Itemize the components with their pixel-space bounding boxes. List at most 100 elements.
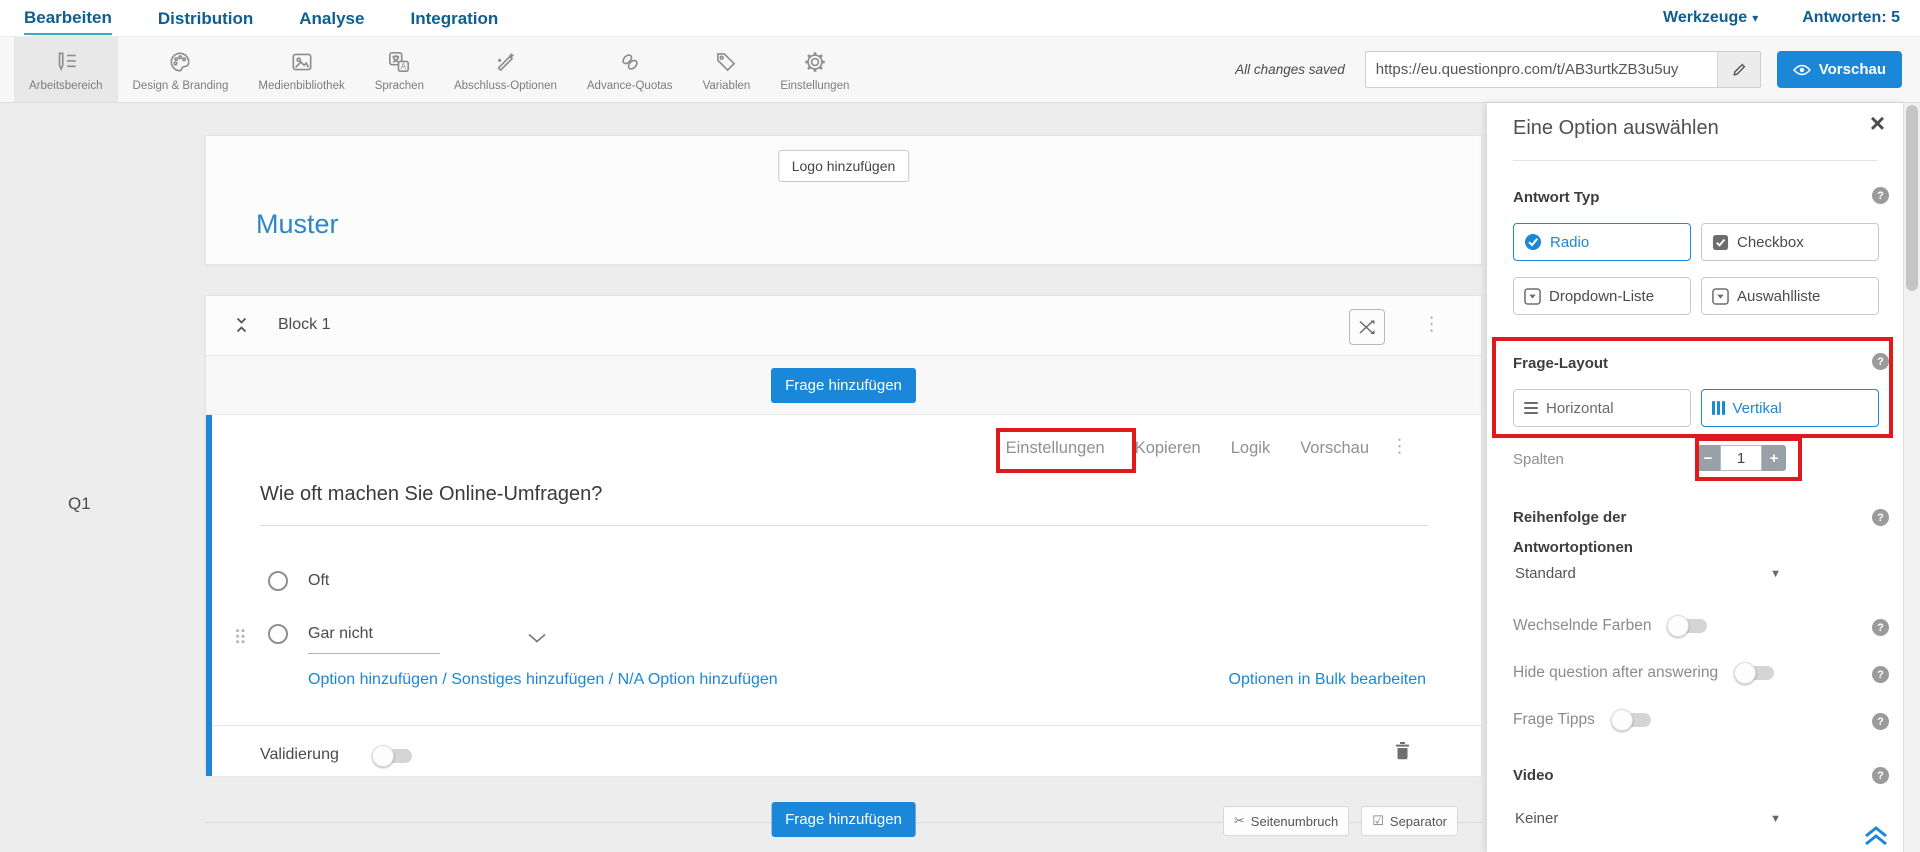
question-card: Einstellungen Kopieren Logik Vorschau ⋮ … [206,415,1481,776]
preview-button[interactable]: Vorschau [1776,51,1902,88]
answer-order-select[interactable]: Standard ▼ [1515,565,1781,582]
hide-question-toggle[interactable] [1734,662,1775,684]
video-select[interactable]: Keiner ▼ [1515,810,1781,827]
edit-url-button[interactable] [1716,52,1760,87]
block-menu-icon[interactable]: ⋮ [1422,315,1441,334]
close-panel-icon[interactable]: × [1870,109,1885,138]
gear-icon [802,47,828,75]
drag-handle-icon[interactable] [235,628,246,650]
columns-decrement-button[interactable]: − [1696,445,1720,471]
answer-order-label-line1: Reihenfolge der [1513,509,1627,526]
add-option-link[interactable]: Option hinzufügen [308,671,438,688]
help-icon[interactable]: ? [1872,619,1889,636]
add-question-button-top[interactable]: Frage hinzufügen [771,367,916,403]
hide-question-label: Hide question after answering [1513,664,1719,681]
question-hints-toggle[interactable] [1610,709,1651,731]
answer-option-label[interactable]: Oft [308,572,329,590]
hide-question-row: Hide question after answering [1513,662,1889,684]
radio-circle-icon[interactable] [268,624,288,644]
toolbar-item-abschluss-optionen[interactable]: Abschluss-Optionen [439,37,572,102]
toolbar-right-group: All changes saved Vorschau [1235,51,1902,88]
dropdown-box-icon [1524,287,1541,305]
editor-toolbar: Arbeitsbereich Design & Branding Medienb… [0,36,1920,103]
responses-count[interactable]: Antworten: 5 [1802,9,1900,27]
question-tab-kopieren[interactable]: Kopieren [1135,439,1201,458]
add-logo-button[interactable]: Logo hinzufügen [777,150,910,182]
nav-tab-integration[interactable]: Integration [410,3,498,34]
scroll-to-top-icon[interactable] [1863,825,1889,851]
toolbar-item-variablen[interactable]: Variablen [688,37,766,102]
question-hints-row: Frage Tipps [1513,709,1889,731]
alternate-colors-label: Wechselnde Farben [1513,617,1652,634]
question-tab-vorschau[interactable]: Vorschau [1300,439,1369,458]
answer-type-radio[interactable]: Radio [1513,223,1691,261]
toolbar-item-advance-quotas[interactable]: Advance-Quotas [572,37,688,102]
layout-option-label: Vertikal [1732,399,1782,417]
page-break-label: Seitenumbruch [1250,813,1339,829]
layout-vertical-button[interactable]: Vertikal [1701,389,1879,427]
help-icon[interactable]: ? [1872,187,1889,204]
delete-question-icon[interactable] [1394,741,1411,765]
question-tab-einstellungen[interactable]: Einstellungen [1006,439,1105,458]
add-other-link[interactable]: Sonstiges hinzufügen [451,671,604,688]
bulk-edit-link[interactable]: Optionen in Bulk bearbeiten [1229,671,1426,689]
randomize-block-button[interactable] [1349,309,1385,345]
answer-type-select-list[interactable]: Auswahlliste [1701,277,1879,315]
answer-option-label[interactable]: Gar nicht [308,625,373,643]
question-menu-icon[interactable]: ⋮ [1390,437,1409,456]
validation-toggle[interactable] [372,745,412,767]
toolbar-item-sprachen[interactable]: A Sprachen [360,37,439,102]
panel-scrollbar[interactable] [1903,103,1920,852]
help-icon[interactable]: ? [1872,713,1889,730]
collapse-block-icon[interactable] [234,316,249,339]
option-chevron-down-icon[interactable] [528,630,546,648]
nav-tab-distribution[interactable]: Distribution [158,3,253,34]
caret-down-icon: ▾ [1752,11,1759,25]
survey-url-input[interactable] [1365,52,1717,87]
toggle-knob [1734,662,1757,684]
magic-wand-icon [492,47,518,75]
alternate-colors-toggle[interactable] [1667,615,1708,637]
answer-type-label: Antwort Typ [1513,189,1600,206]
help-icon[interactable]: ? [1872,353,1889,370]
survey-title[interactable]: Muster [256,209,339,240]
toolbar-item-arbeitsbereich[interactable]: Arbeitsbereich [14,37,118,102]
tag-icon [713,47,739,75]
werkzeuge-menu[interactable]: Werkzeuge ▾ [1663,9,1758,27]
question-hints-label: Frage Tipps [1513,711,1595,728]
nav-tab-analyse[interactable]: Analyse [299,3,364,34]
block-title[interactable]: Block 1 [278,316,330,334]
toolbar-item-design-branding[interactable]: Design & Branding [118,37,244,102]
alternate-colors-row: Wechselnde Farben [1513,615,1889,637]
layout-horizontal-button[interactable]: Horizontal [1513,389,1691,427]
help-icon[interactable]: ? [1872,767,1889,784]
scrollbar-thumb[interactable] [1906,105,1918,291]
separator-button[interactable]: ☑ Separator [1361,806,1458,836]
answer-type-dropdown[interactable]: Dropdown-Liste [1513,277,1691,315]
toolbar-item-medienbibliothek[interactable]: Medienbibliothek [243,37,359,102]
toolbar-item-label: Medienbibliothek [258,80,345,92]
columns-value[interactable]: 1 [1720,445,1762,471]
add-na-option-link[interactable]: N/A Option hinzufügen [618,671,778,688]
toolbar-item-label: Variablen [702,80,751,92]
question-tab-logik[interactable]: Logik [1231,439,1270,458]
toolbar-item-einstellungen[interactable]: Einstellungen [765,37,864,102]
eye-icon [1792,64,1811,75]
nav-tab-bearbeiten[interactable]: Bearbeiten [24,2,112,35]
pencil-icon [1733,63,1746,76]
video-label: Video [1513,767,1554,784]
scissors-icon: ✂ [1233,813,1245,828]
answer-type-checkbox[interactable]: Checkbox [1701,223,1879,261]
radio-circle-icon[interactable] [268,571,288,591]
help-icon[interactable]: ? [1872,666,1889,683]
panel-divider [1513,160,1877,161]
link-separator: / [442,671,447,688]
columns-increment-button[interactable]: + [1762,445,1786,471]
add-question-button-bottom[interactable]: Frage hinzufügen [771,802,916,837]
option-edit-underline [308,653,440,654]
radio-selected-icon [1525,234,1541,250]
page-break-button[interactable]: ✂ Seitenumbruch [1222,806,1350,836]
workspace-icon [53,47,79,75]
help-icon[interactable]: ? [1872,509,1889,526]
question-text[interactable]: Wie oft machen Sie Online-Umfragen? [260,483,602,506]
